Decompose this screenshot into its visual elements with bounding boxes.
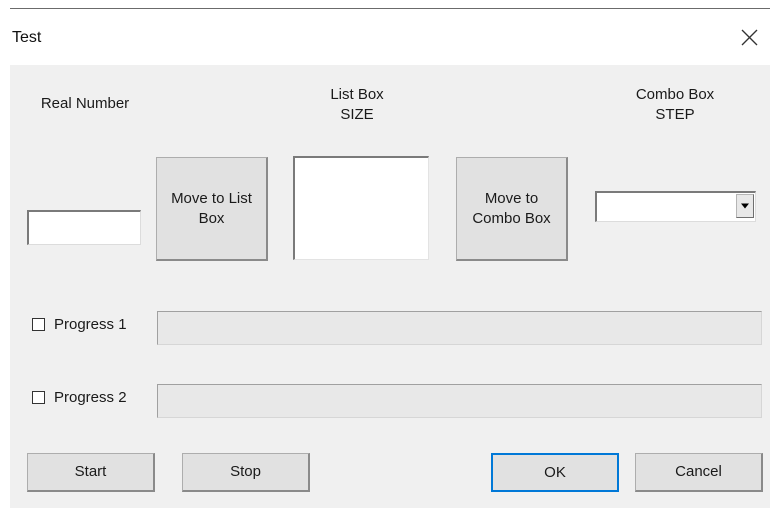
title-bar: Test	[10, 9, 770, 65]
ok-button[interactable]: OK	[491, 453, 619, 492]
progress-1-label: Progress 1	[54, 316, 127, 333]
progress-bar-1	[157, 311, 762, 345]
close-icon	[741, 29, 758, 46]
move-to-combo-box-button[interactable]: Move to Combo Box	[456, 157, 568, 261]
size-list-box[interactable]	[293, 156, 429, 260]
close-button[interactable]	[734, 23, 764, 53]
cancel-button[interactable]: Cancel	[635, 453, 763, 492]
move-to-list-box-label: Move to List Box	[171, 189, 252, 227]
progress-2-label: Progress 2	[54, 389, 127, 406]
combo-box-step-label: Combo Box STEP	[635, 86, 715, 123]
stop-button[interactable]: Stop	[182, 453, 310, 492]
dialog-window: Test Real Number List Box SIZE Combo Box…	[10, 8, 770, 508]
progress-bar-2	[157, 384, 762, 418]
move-to-list-box-button[interactable]: Move to List Box	[156, 157, 268, 261]
list-box-size-label: List Box SIZE	[330, 86, 384, 123]
chevron-down-icon	[741, 203, 749, 209]
start-button[interactable]: Start	[27, 453, 155, 492]
progress-2-checkbox[interactable]	[32, 391, 45, 404]
step-combo-box[interactable]	[595, 191, 756, 222]
real-number-input[interactable]	[27, 210, 141, 245]
real-number-label: Real Number	[40, 95, 130, 112]
progress-1-checkbox[interactable]	[32, 318, 45, 331]
combo-dropdown-button[interactable]	[736, 194, 754, 218]
window-title: Test	[12, 29, 42, 46]
move-to-combo-box-label: Move to Combo Box	[472, 189, 551, 227]
